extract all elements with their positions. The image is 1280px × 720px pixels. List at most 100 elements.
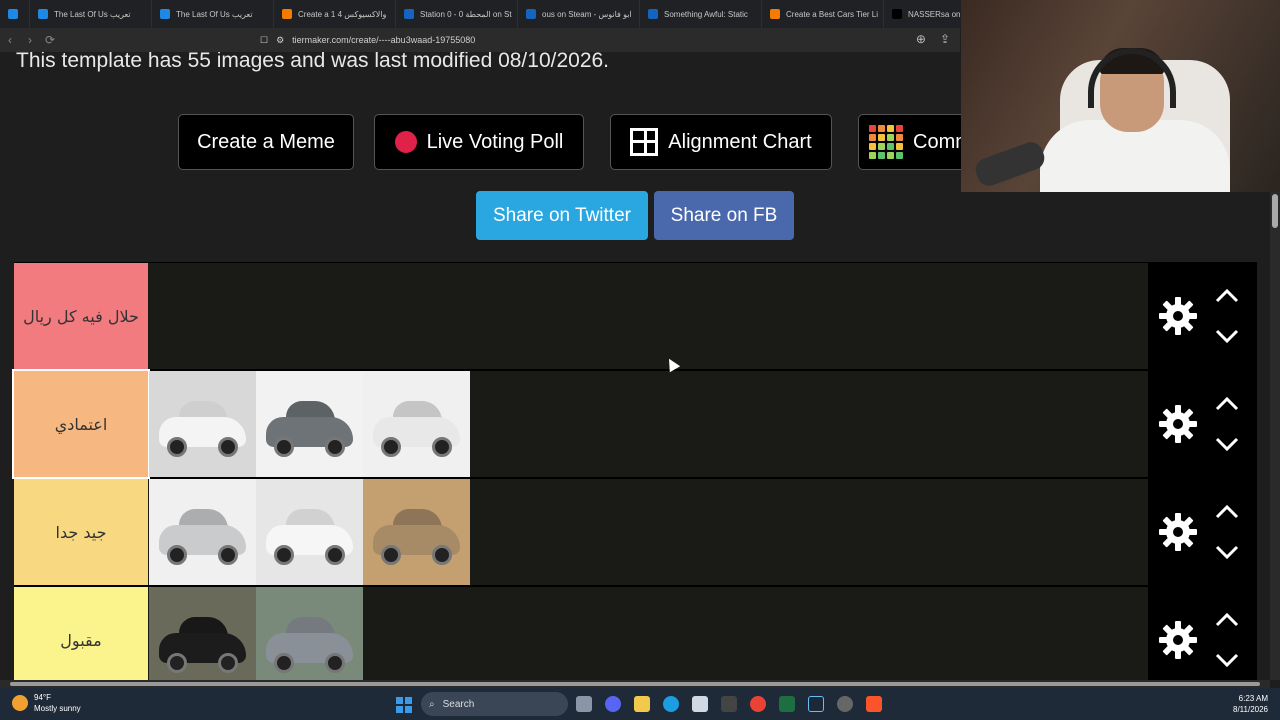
browser-tab[interactable]: ous on Steam - ابو فانوس bbox=[518, 0, 640, 28]
back-icon[interactable]: ‹ bbox=[0, 33, 20, 47]
settings-gear-icon[interactable] bbox=[1158, 296, 1198, 336]
reload-icon[interactable]: ⟳ bbox=[40, 33, 60, 47]
search-label: Search bbox=[442, 698, 475, 710]
tab-favicon-icon bbox=[404, 9, 414, 19]
horizontal-scroll-thumb[interactable] bbox=[10, 682, 1260, 686]
steam-icon[interactable] bbox=[808, 696, 824, 712]
vertical-scrollbar[interactable] bbox=[1270, 192, 1280, 680]
move-up-icon[interactable] bbox=[1214, 394, 1240, 412]
car-image-white-suv[interactable] bbox=[363, 371, 470, 477]
share-twitter-label: Share on Twitter bbox=[492, 204, 631, 226]
tab-favicon-icon bbox=[38, 9, 48, 19]
forward-icon[interactable]: › bbox=[20, 33, 40, 47]
browser-tab[interactable]: Create a 1 والاكسيوكس 4 bbox=[274, 0, 396, 28]
move-down-icon[interactable] bbox=[1214, 436, 1240, 454]
tab-label: The Last Of Us تعريب bbox=[176, 9, 253, 19]
tab-label: ous on Steam - ابو فانوس bbox=[542, 9, 632, 19]
tab-favicon-icon bbox=[160, 9, 170, 19]
car-image-grey-sedan[interactable] bbox=[256, 371, 363, 477]
create-meme-button[interactable]: Create a Meme bbox=[178, 114, 354, 170]
excel-icon[interactable] bbox=[779, 696, 795, 712]
live-voting-poll-label: Live Voting Poll bbox=[426, 130, 564, 153]
share-facebook-label: Share on FB bbox=[670, 204, 778, 226]
vertical-scroll-thumb[interactable] bbox=[1272, 194, 1278, 228]
search-icon: ⌕ bbox=[429, 698, 435, 710]
tab-label: Create a 1 والاكسيوكس 4 bbox=[298, 9, 387, 19]
tier-controls bbox=[1148, 587, 1257, 680]
settings-gear-icon[interactable] bbox=[1158, 404, 1198, 444]
weather-widget[interactable]: 94°F Mostly sunny bbox=[12, 692, 81, 714]
brave-icon[interactable] bbox=[866, 696, 882, 712]
tab-label: Station 0 - 0 المحطة on St bbox=[420, 9, 512, 19]
browser-tab[interactable]: The Last Of Us تعريب bbox=[30, 0, 152, 28]
settings-gear-icon[interactable] bbox=[1158, 512, 1198, 552]
zoom-icon[interactable]: ⊕ bbox=[916, 32, 926, 46]
browser-tab[interactable]: Create a Best Cars Tier Li bbox=[762, 0, 884, 28]
horizontal-scrollbar[interactable] bbox=[0, 680, 1270, 688]
move-down-icon[interactable] bbox=[1214, 544, 1240, 562]
tier-row: مقبول bbox=[14, 587, 1257, 680]
share-page-icon[interactable]: ⇪ bbox=[940, 32, 950, 46]
tier-controls bbox=[1148, 263, 1257, 369]
system-clock[interactable]: 6:23 AM 8/11/2026 bbox=[1233, 693, 1268, 715]
tier-controls bbox=[1148, 479, 1257, 585]
windows-start-icon[interactable] bbox=[396, 697, 412, 713]
move-up-icon[interactable] bbox=[1214, 610, 1240, 628]
move-up-icon[interactable] bbox=[1214, 502, 1240, 520]
template-info: This template has 55 images and was last… bbox=[16, 52, 610, 72]
unity-icon[interactable] bbox=[721, 696, 737, 712]
community-rank-button[interactable]: Comm bbox=[858, 114, 972, 170]
move-down-icon[interactable] bbox=[1214, 328, 1240, 346]
url-text: tiermaker.com/create/----abu3waad-197550… bbox=[292, 35, 476, 45]
tier-controls bbox=[1148, 371, 1257, 477]
address-bar[interactable]: ☐ ⚙ tiermaker.com/create/----abu3waad-19… bbox=[260, 35, 475, 46]
bookmark-icon[interactable]: ☐ bbox=[260, 35, 268, 46]
car-image-grey-suv[interactable] bbox=[256, 587, 363, 680]
discord-icon[interactable] bbox=[605, 696, 621, 712]
windows-taskbar: 94°F Mostly sunny ⌕ Search 6:23 AM 8/11/… bbox=[0, 688, 1280, 720]
browser-tab[interactable] bbox=[0, 0, 30, 28]
site-info-icon[interactable]: ⚙ bbox=[276, 35, 284, 46]
move-up-icon[interactable] bbox=[1214, 286, 1240, 304]
car-image-silver-sedan[interactable] bbox=[149, 479, 256, 585]
share-twitter-button[interactable]: Share on Twitter bbox=[476, 191, 648, 240]
record-dot-icon bbox=[394, 131, 417, 153]
sun-icon bbox=[12, 695, 28, 711]
car-image-white-sedan[interactable] bbox=[256, 479, 363, 585]
tab-label: Something Awful: Static bbox=[664, 9, 748, 19]
navigation-bar: ‹ › ⟳ ☐ ⚙ tiermaker.com/create/----abu3w… bbox=[0, 28, 960, 52]
car-image-white-pickup[interactable] bbox=[149, 371, 256, 477]
taskbar-search[interactable]: ⌕ Search bbox=[421, 692, 568, 716]
create-meme-label: Create a Meme bbox=[197, 130, 335, 153]
alignment-chart-button[interactable]: Alignment Chart bbox=[610, 114, 832, 170]
tier-label[interactable]: اعتمادي bbox=[12, 369, 150, 479]
tier-row: اعتمادي bbox=[12, 369, 1257, 479]
tab-favicon-icon bbox=[282, 9, 292, 19]
live-voting-poll-button[interactable]: Live Voting Poll bbox=[374, 114, 584, 170]
obs-icon[interactable] bbox=[837, 696, 853, 712]
move-down-icon[interactable] bbox=[1214, 652, 1240, 670]
tab-favicon-icon bbox=[526, 9, 536, 19]
browser-tab[interactable]: Something Awful: Static bbox=[640, 0, 762, 28]
edge-icon[interactable] bbox=[663, 696, 679, 712]
tier-label[interactable]: حلال فيه كل ريال bbox=[14, 263, 148, 369]
settings-gear-icon[interactable] bbox=[1158, 620, 1198, 660]
weather-condition: Mostly sunny bbox=[34, 704, 81, 713]
share-facebook-button[interactable]: Share on FB bbox=[654, 191, 794, 240]
tab-favicon-icon bbox=[648, 9, 658, 19]
browser-tab[interactable]: Station 0 - 0 المحطة on St bbox=[396, 0, 518, 28]
tier-label[interactable]: جيد جدا bbox=[14, 479, 148, 585]
tier-label[interactable]: مقبول bbox=[14, 587, 148, 680]
car-image-bronze-suv[interactable] bbox=[363, 479, 470, 585]
chrome-icon[interactable] bbox=[750, 696, 766, 712]
temperature: 94°F bbox=[34, 693, 51, 702]
browser-tab[interactable]: The Last Of Us تعريب bbox=[152, 0, 274, 28]
task-view-icon[interactable] bbox=[576, 696, 592, 712]
tab-favicon-icon bbox=[8, 9, 18, 19]
car-image-black-sedan[interactable] bbox=[149, 587, 256, 680]
tier-row: جيد جدا bbox=[14, 479, 1257, 585]
store-icon[interactable] bbox=[692, 696, 708, 712]
tier-items bbox=[149, 371, 470, 477]
file-explorer-icon[interactable] bbox=[634, 696, 650, 712]
tier-items bbox=[149, 587, 363, 680]
